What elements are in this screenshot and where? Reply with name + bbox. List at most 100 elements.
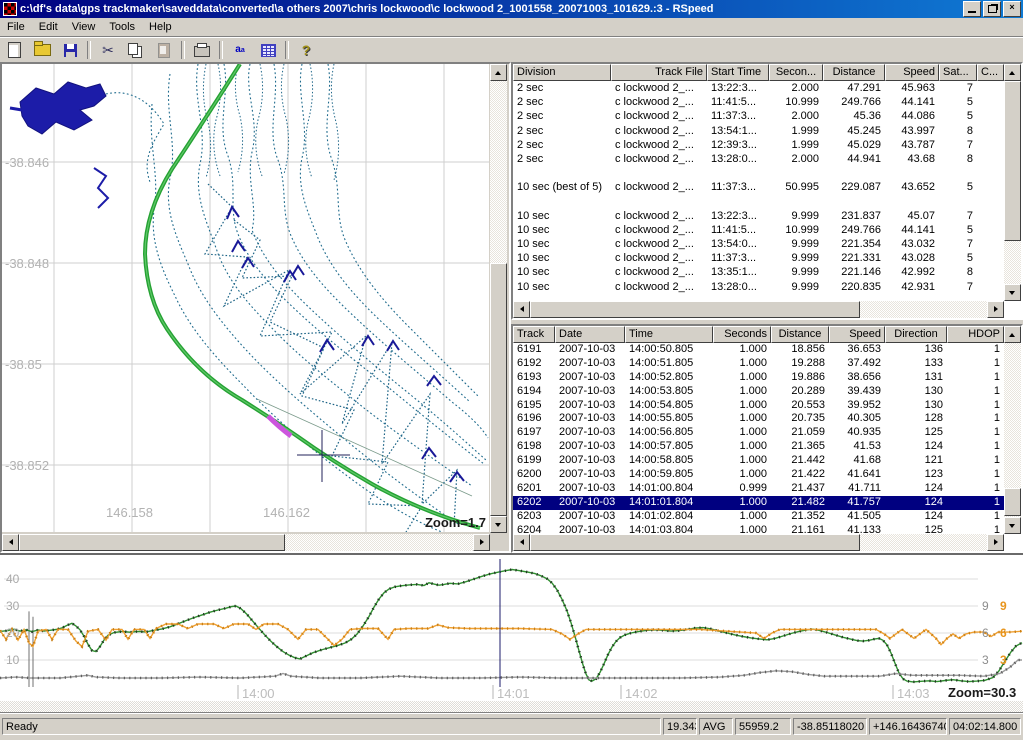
close-button[interactable]: × — [1003, 1, 1021, 17]
table-row[interactable]: 61972007-10-0314:00:56.8051.00021.05940.… — [513, 426, 1021, 440]
menu-edit[interactable]: Edit — [32, 19, 65, 35]
table-row[interactable]: 10 secc lockwood 2_...13:22:3...9.999231… — [513, 209, 1021, 223]
open-button[interactable] — [29, 38, 55, 62]
column-header-speed[interactable]: Speed — [885, 64, 939, 81]
scroll-down-button[interactable] — [1004, 284, 1021, 301]
cut-button[interactable]: ✂ — [95, 38, 121, 62]
title-bar[interactable]: c:\df's data\gps trackmaker\saveddata\co… — [0, 0, 1023, 18]
menu-help[interactable]: Help — [142, 19, 179, 35]
paste-button[interactable] — [151, 38, 177, 62]
vscroll-thumb[interactable] — [1004, 488, 1021, 516]
column-header-division[interactable]: Division — [513, 64, 611, 81]
table-row[interactable]: 2 secc lockwood 2_...13:28:0...2.00044.9… — [513, 152, 1021, 166]
table-cell: 20.553 — [771, 399, 829, 413]
grid-button[interactable] — [255, 38, 281, 62]
table-row[interactable]: 10 secc lockwood 2_...13:28:0...9.999220… — [513, 280, 1021, 294]
scroll-right-button[interactable] — [473, 534, 490, 551]
scroll-up-button[interactable] — [1004, 64, 1021, 81]
column-header-time[interactable]: Time — [625, 326, 713, 343]
column-header-secon[interactable]: Secon... — [769, 64, 823, 81]
table-cell: 1 — [947, 496, 1004, 510]
table-cell — [977, 195, 1004, 209]
y-axis-right-gray-label: 9 — [982, 599, 989, 613]
menu-view[interactable]: View — [65, 19, 103, 35]
table-row[interactable]: 61952007-10-0314:00:54.8051.00020.55339.… — [513, 399, 1021, 413]
table-row[interactable]: 2 secc lockwood 2_...13:22:3...2.00047.2… — [513, 81, 1021, 95]
hscroll-thumb[interactable] — [530, 534, 860, 551]
table-row[interactable]: 61942007-10-0314:00:53.8051.00020.28939.… — [513, 385, 1021, 399]
table-cell: 13:22:3... — [707, 209, 769, 223]
column-header-sat[interactable]: Sat... — [939, 64, 977, 81]
table-row[interactable]: 62032007-10-0314:01:02.8041.00021.35241.… — [513, 510, 1021, 524]
new-document-button[interactable] — [1, 38, 27, 62]
table-row[interactable]: 62002007-10-0314:00:59.8051.00021.42241.… — [513, 468, 1021, 482]
table-row[interactable] — [513, 166, 1021, 180]
speed-chart-panel[interactable]: 4030201099663314:0014:0114:0214:03 Zoom=… — [0, 553, 1023, 712]
table-row[interactable]: 10 secc lockwood 2_...11:41:5...10.99924… — [513, 223, 1021, 237]
column-header-trackfile[interactable]: Track File — [611, 64, 707, 81]
table-row[interactable]: 10 secc lockwood 2_...13:54:0...9.999221… — [513, 237, 1021, 251]
table-row[interactable]: 10 secc lockwood 2_...11:37:3...9.999221… — [513, 251, 1021, 265]
column-header-track[interactable]: Track — [513, 326, 555, 343]
scroll-right-button[interactable] — [987, 301, 1004, 318]
hscroll-thumb[interactable] — [19, 534, 285, 551]
table-cell: 249.766 — [823, 95, 885, 109]
table-cell: 130 — [885, 385, 947, 399]
table-row[interactable]: 62012007-10-0314:01:00.8040.99921.43741.… — [513, 482, 1021, 496]
column-header-starttime[interactable]: Start Time — [707, 64, 769, 81]
y-axis-left-label: 40 — [6, 572, 19, 586]
y-axis-right-gray-label: 3 — [982, 653, 989, 667]
vscroll-thumb[interactable] — [490, 263, 507, 516]
table-row[interactable]: 61932007-10-0314:00:52.8051.00019.88638.… — [513, 371, 1021, 385]
scroll-up-button[interactable] — [1004, 326, 1021, 343]
table-cell: 130 — [885, 399, 947, 413]
scroll-left-button[interactable] — [513, 301, 530, 318]
restore-button[interactable] — [983, 1, 1001, 17]
table-row[interactable]: 2 secc lockwood 2_...13:54:1...1.99945.2… — [513, 124, 1021, 138]
vscroll-thumb[interactable] — [1004, 81, 1021, 241]
table-row[interactable]: 10 sec (best of 5)c lockwood 2_...11:37:… — [513, 180, 1021, 194]
menu-file[interactable]: File — [0, 19, 32, 35]
table-cell: 0.999 — [713, 482, 771, 496]
table-cell: 11:41:5... — [707, 223, 769, 237]
print-button[interactable] — [189, 38, 215, 62]
table-row[interactable]: 2 secc lockwood 2_...11:37:3...2.00045.3… — [513, 109, 1021, 123]
menu-tools[interactable]: Tools — [102, 19, 142, 35]
table-row[interactable]: 10 secc lockwood 2_...13:35:1...9.999221… — [513, 265, 1021, 279]
column-header-hdop[interactable]: HDOP — [947, 326, 1004, 343]
table-row[interactable]: 2 secc lockwood 2_...12:39:3...1.99945.0… — [513, 138, 1021, 152]
column-header-seconds[interactable]: Seconds — [713, 326, 771, 343]
scroll-down-button[interactable] — [490, 516, 507, 533]
column-header-distance[interactable]: Distance — [771, 326, 829, 343]
scroll-right-button[interactable] — [987, 534, 1004, 551]
table-row[interactable]: 61962007-10-0314:00:55.8051.00020.73540.… — [513, 412, 1021, 426]
copy-button[interactable] — [123, 38, 149, 62]
column-header-date[interactable]: Date — [555, 326, 625, 343]
table-row[interactable]: 61992007-10-0314:00:58.8051.00021.44241.… — [513, 454, 1021, 468]
table-row[interactable]: 61982007-10-0314:00:57.8051.00021.36541.… — [513, 440, 1021, 454]
character-format-button[interactable]: aa — [227, 38, 253, 62]
column-header-distance[interactable]: Distance — [823, 64, 885, 81]
scroll-left-button[interactable] — [513, 534, 530, 551]
map-view[interactable]: -38.846 -38.848 -38.85 -38.852 146.158 1… — [2, 64, 489, 532]
copy-icon — [128, 43, 138, 55]
table-row[interactable]: 2 secc lockwood 2_...11:41:5...10.999249… — [513, 95, 1021, 109]
help-button[interactable]: ? — [293, 38, 319, 62]
table-cell: 21.365 — [771, 440, 829, 454]
column-header-direction[interactable]: Direction — [885, 326, 947, 343]
scroll-up-button[interactable] — [490, 64, 507, 81]
save-button[interactable] — [57, 38, 83, 62]
scroll-down-button[interactable] — [1004, 517, 1021, 534]
table-row[interactable] — [513, 195, 1021, 209]
hscroll-thumb[interactable] — [530, 301, 860, 318]
scroll-left-button[interactable] — [2, 534, 19, 551]
table-row[interactable]: 62022007-10-0314:01:01.8041.00021.48241.… — [513, 496, 1021, 510]
column-header-c[interactable]: C... — [977, 64, 1004, 81]
track-table-panel: TrackDateTimeSecondsDistanceSpeedDirecti… — [511, 324, 1023, 553]
table-row[interactable]: 61912007-10-0314:00:50.8051.00018.85636.… — [513, 343, 1021, 357]
table-cell: 6194 — [513, 385, 555, 399]
column-header-speed[interactable]: Speed — [829, 326, 885, 343]
minimize-button[interactable] — [963, 1, 981, 17]
table-cell — [707, 195, 769, 209]
table-row[interactable]: 61922007-10-0314:00:51.8051.00019.28837.… — [513, 357, 1021, 371]
